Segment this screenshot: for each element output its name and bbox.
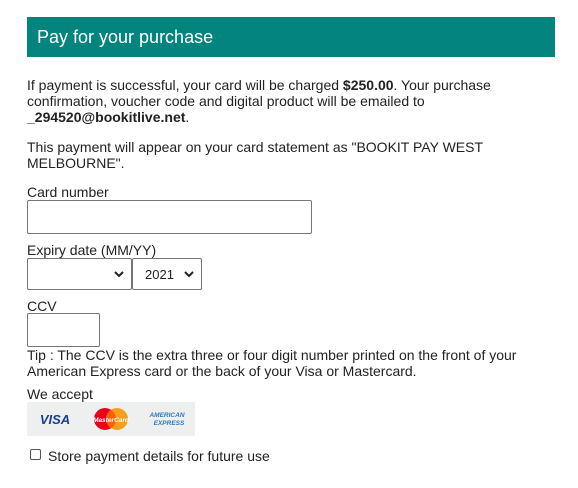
page-title: Pay for your purchase [37, 27, 214, 47]
we-accept-label: We accept [27, 386, 93, 402]
visa-logo-text: VISA [40, 412, 70, 427]
card-number-input[interactable] [27, 200, 312, 234]
payment-info-text: If payment is successful, your card will… [27, 77, 557, 125]
info-prefix: If payment is successful, your card will… [27, 77, 343, 93]
ccv-label: CCV [27, 298, 57, 314]
expiry-date-label: Expiry date (MM/YY) [27, 242, 157, 258]
card-number-label: Card number [27, 184, 109, 200]
amex-logo-icon: AMERICAN EXPRESS [148, 412, 185, 427]
charge-amount: $250.00 [342, 77, 394, 93]
mastercard-logo-text: MasterCard [93, 417, 130, 424]
store-details-label[interactable]: Store payment details for future use [48, 448, 270, 464]
ccv-tip-text: Tip : The CCV is the extra three or four… [27, 347, 517, 379]
store-details-checkbox[interactable] [30, 449, 41, 460]
expiry-year-value: 2021 [145, 267, 174, 282]
info-end: . [185, 109, 190, 125]
chevron-down-icon [114, 271, 124, 278]
chevron-down-icon [184, 271, 194, 278]
expiry-month-select[interactable] [27, 258, 132, 290]
amex-logo-text-line1: AMERICAN [148, 412, 184, 419]
page-header: Pay for your purchase [27, 17, 555, 57]
visa-logo-icon: VISA [40, 412, 70, 427]
statement-text: This payment will appear on your card st… [27, 139, 483, 171]
accepted-cards: VISA MasterCard AMERICAN EXPRESS [27, 402, 195, 436]
mastercard-logo-icon: MasterCard [93, 408, 130, 430]
ccv-input[interactable] [27, 313, 100, 347]
expiry-year-select[interactable]: 2021 [132, 258, 202, 290]
email-address: _294520@bookitlive.net [27, 109, 186, 125]
amex-logo-text-line2: EXPRESS [154, 420, 185, 427]
